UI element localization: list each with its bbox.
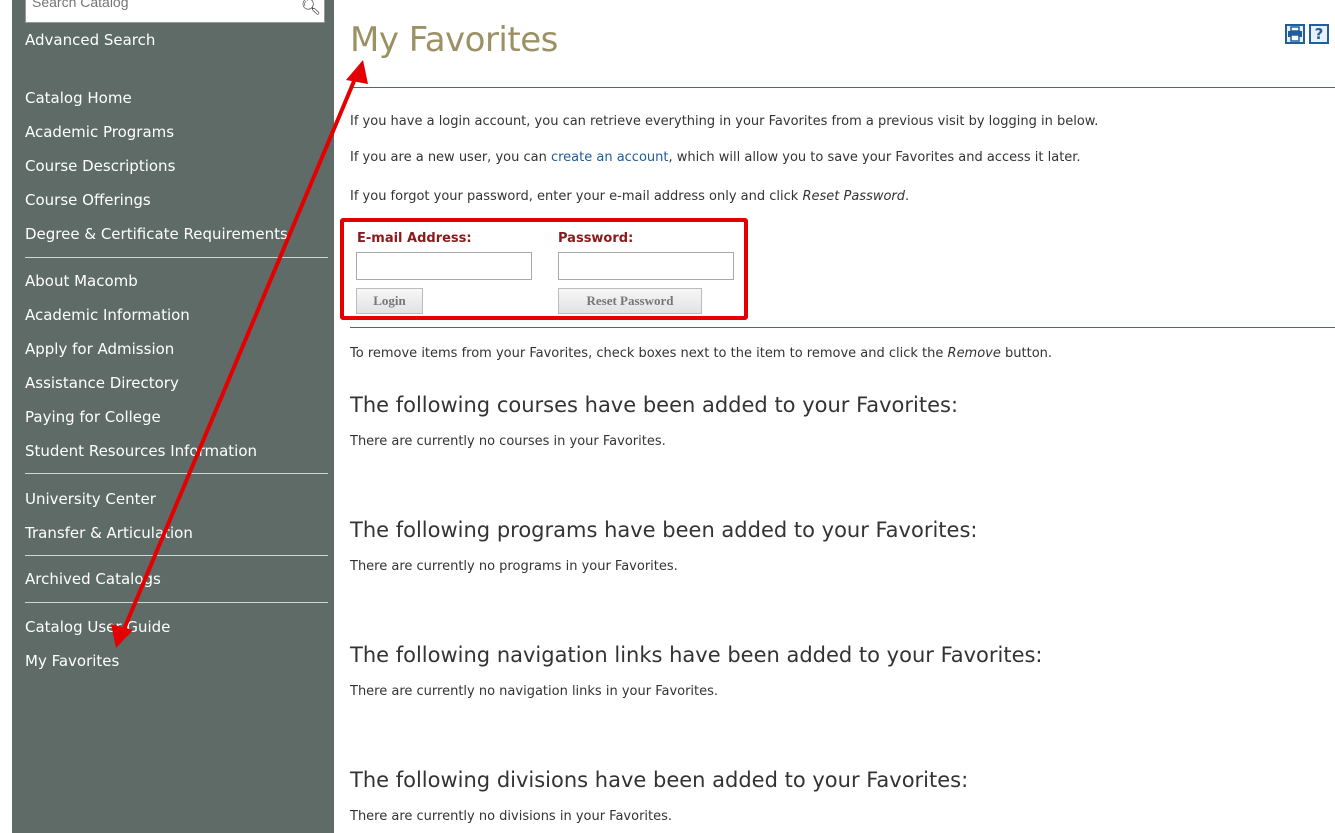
annotation-arrowhead-bottom — [111, 624, 133, 648]
annotation-arrow-line — [120, 73, 359, 635]
annotation-arrowhead-top — [346, 60, 368, 84]
annotation-arrow — [111, 60, 368, 648]
